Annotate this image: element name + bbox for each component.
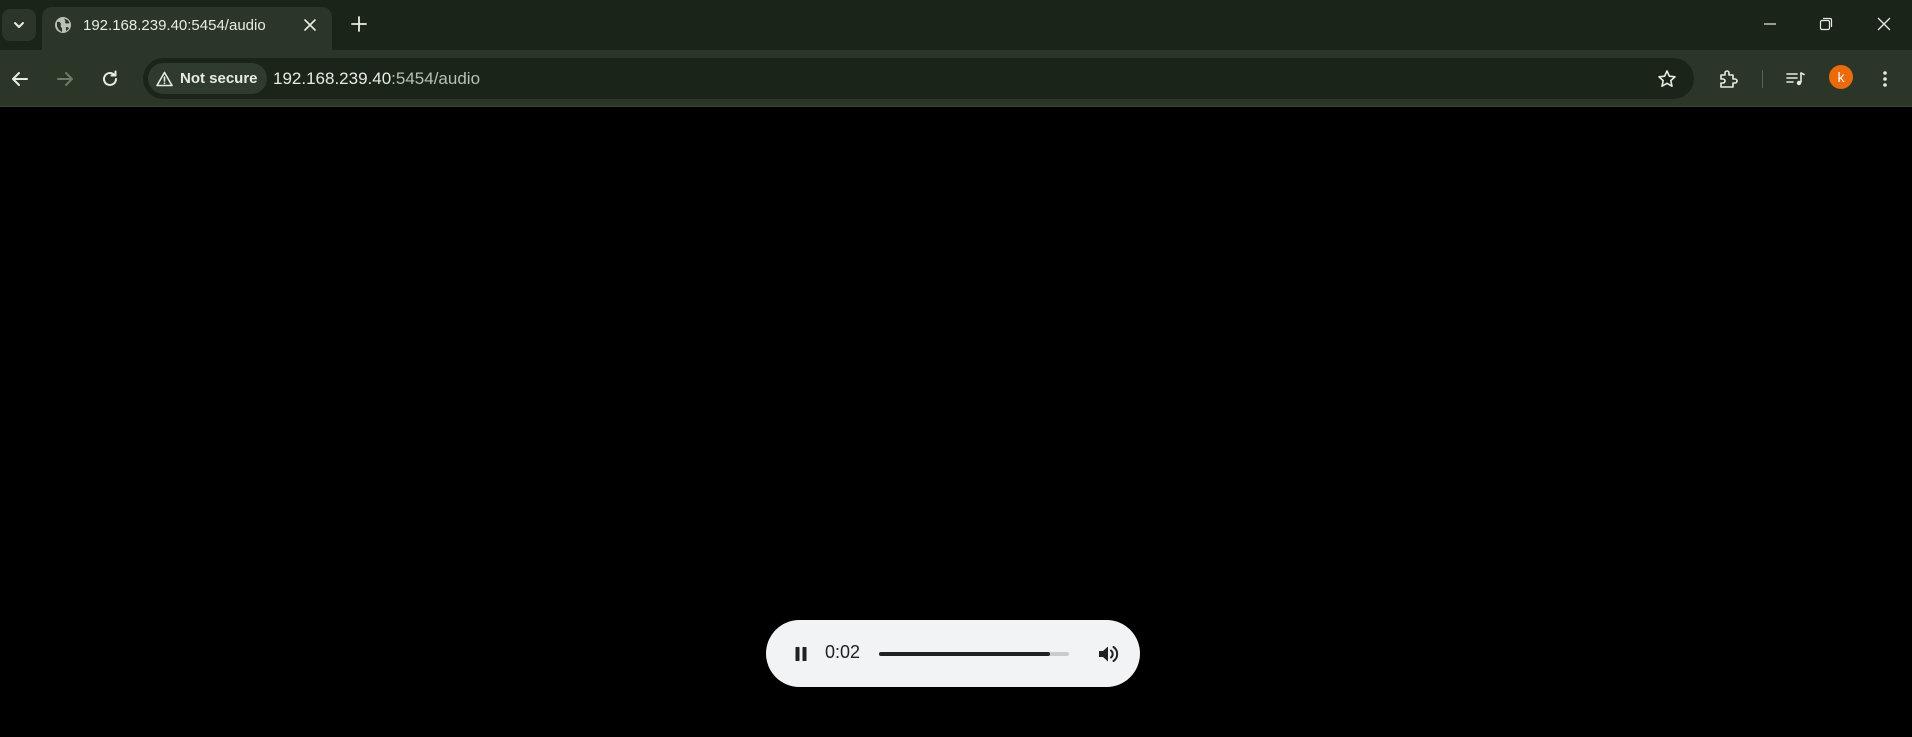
reload-icon bbox=[103, 70, 117, 86]
minimize-icon bbox=[1764, 23, 1776, 25]
media-queue-icon bbox=[1786, 72, 1805, 86]
back-button[interactable] bbox=[3, 62, 37, 96]
star-icon bbox=[1658, 70, 1676, 87]
globe-icon bbox=[55, 17, 71, 33]
arrow-left-icon bbox=[12, 72, 28, 86]
profile-avatar[interactable]: k bbox=[1829, 65, 1853, 89]
kebab-menu-icon bbox=[1883, 71, 1887, 87]
tab-search-button[interactable] bbox=[2, 9, 36, 41]
address-bar[interactable]: Not secure 192.168.239.40:5454/audio bbox=[143, 58, 1694, 99]
plus-icon bbox=[351, 16, 367, 32]
bookmark-button[interactable] bbox=[1654, 66, 1680, 92]
reload-button[interactable] bbox=[93, 62, 127, 96]
security-chip[interactable]: Not secure bbox=[148, 63, 267, 94]
arrow-right-icon bbox=[57, 72, 73, 86]
toolbar-separator bbox=[1762, 70, 1763, 88]
tab-active[interactable]: 192.168.239.40:5454/audio bbox=[42, 7, 332, 50]
security-label: Not secure bbox=[180, 70, 258, 87]
forward-button[interactable] bbox=[48, 62, 82, 96]
browser-toolbar: Not secure 192.168.239.40:5454/audio bbox=[0, 50, 1912, 107]
volume-icon bbox=[1099, 646, 1119, 662]
close-icon bbox=[304, 19, 316, 31]
chevron-down-icon bbox=[14, 22, 24, 28]
minimize-button[interactable] bbox=[1750, 9, 1790, 39]
tab-strip: 192.168.239.40:5454/audio bbox=[0, 0, 1912, 50]
pause-button[interactable] bbox=[787, 640, 815, 668]
audio-player: 0:02 bbox=[766, 620, 1140, 687]
new-tab-button[interactable] bbox=[346, 11, 372, 37]
url-path: :5454/audio bbox=[391, 69, 481, 88]
url-text[interactable]: 192.168.239.40:5454/audio bbox=[273, 69, 480, 89]
warning-icon bbox=[156, 71, 173, 86]
restore-button[interactable] bbox=[1806, 9, 1846, 39]
progress-slider[interactable] bbox=[879, 652, 1069, 656]
puzzle-icon bbox=[1720, 70, 1738, 88]
close-icon bbox=[1877, 17, 1891, 31]
progress-fill bbox=[879, 652, 1050, 656]
tab-close-button[interactable] bbox=[300, 15, 320, 35]
media-controls-button[interactable] bbox=[1778, 62, 1812, 96]
extensions-button[interactable] bbox=[1711, 62, 1745, 96]
menu-button[interactable] bbox=[1868, 62, 1902, 96]
volume-button[interactable] bbox=[1094, 640, 1122, 668]
url-host: 192.168.239.40 bbox=[273, 69, 392, 88]
tab-title: 192.168.239.40:5454/audio bbox=[83, 17, 266, 34]
close-window-button[interactable] bbox=[1864, 9, 1904, 39]
pause-icon bbox=[795, 647, 807, 661]
restore-icon bbox=[1819, 17, 1833, 31]
current-time: 0:02 bbox=[825, 642, 861, 662]
